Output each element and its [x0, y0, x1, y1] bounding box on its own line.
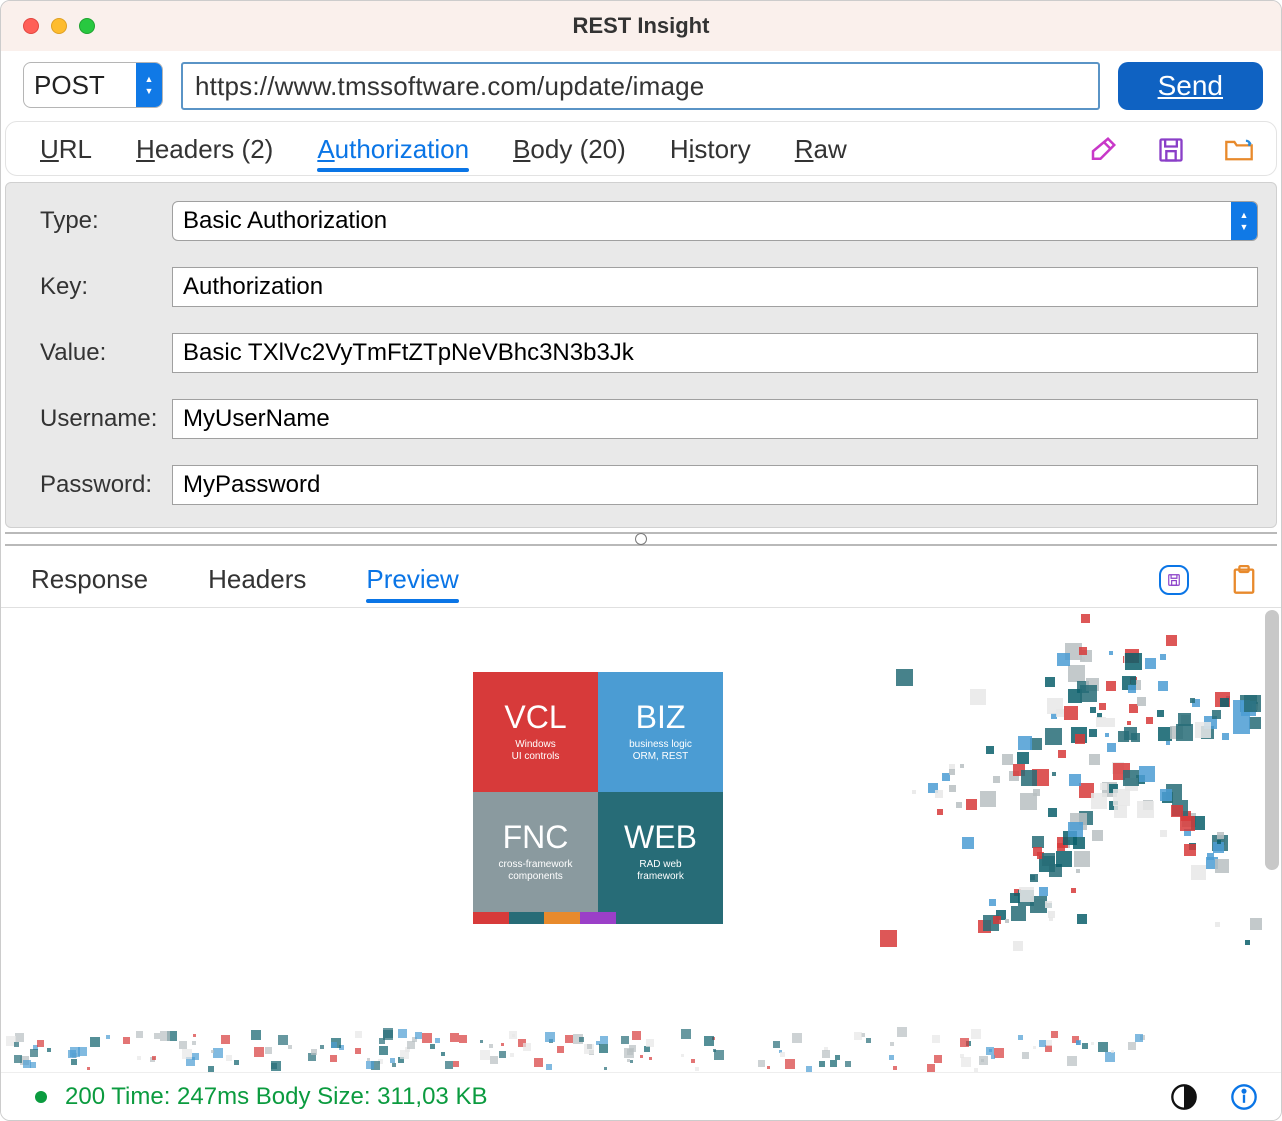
- send-button[interactable]: Send: [1118, 62, 1263, 110]
- tile-fnc: FNC cross-framework components: [473, 792, 598, 912]
- tab-url[interactable]: URL: [40, 134, 92, 165]
- save-icon[interactable]: [1156, 135, 1186, 165]
- authorization-panel: Type: Basic Authorization Key: Value: Us…: [5, 182, 1277, 528]
- auth-password-input[interactable]: [172, 465, 1258, 505]
- maximize-window-button[interactable]: [79, 18, 95, 34]
- tab-body[interactable]: Body (20): [513, 134, 626, 165]
- save-response-icon[interactable]: [1159, 565, 1189, 595]
- auth-username-label: Username:: [40, 405, 172, 433]
- tile-biz: BIZ business logic ORM, REST: [598, 672, 723, 792]
- tab-response-headers[interactable]: Headers: [208, 564, 306, 595]
- toolbar-icons: [1088, 135, 1254, 165]
- http-method-value: POST: [34, 70, 115, 101]
- contrast-icon[interactable]: [1169, 1082, 1199, 1112]
- auth-password-label: Password:: [40, 471, 172, 499]
- auth-value-label: Value:: [40, 339, 172, 367]
- http-method-select[interactable]: POST: [23, 62, 163, 108]
- preview-image: VCL Windows UI controls BIZ business log…: [1, 608, 1281, 1072]
- auth-username-input[interactable]: [172, 399, 1258, 439]
- tab-authorization[interactable]: Authorization: [317, 134, 469, 165]
- traffic-lights: [1, 18, 95, 34]
- close-window-button[interactable]: [23, 18, 39, 34]
- window-title: REST Insight: [573, 13, 710, 39]
- auth-type-label: Type:: [40, 207, 172, 235]
- url-input[interactable]: [181, 62, 1100, 110]
- eraser-icon[interactable]: [1088, 135, 1118, 165]
- tile-web: WEB RAD web framework: [598, 792, 723, 912]
- preview-tile-grid: VCL Windows UI controls BIZ business log…: [473, 672, 723, 912]
- open-folder-icon[interactable]: [1224, 135, 1254, 165]
- chevron-updown-icon: [1231, 202, 1257, 240]
- tab-response[interactable]: Response: [31, 564, 148, 595]
- auth-key-label: Key:: [40, 273, 172, 301]
- tab-raw[interactable]: Raw: [795, 134, 847, 165]
- auth-key-input[interactable]: [172, 267, 1258, 307]
- status-text: 200 Time: 247ms Body Size: 311,03 KB: [65, 1083, 487, 1111]
- auth-type-select[interactable]: Basic Authorization: [172, 201, 1258, 241]
- runner-graphic: {"n":420}: [881, 618, 1281, 978]
- titlebar: REST Insight: [1, 1, 1281, 51]
- status-indicator-icon: [35, 1091, 47, 1103]
- response-tabs: Response Headers Preview: [1, 546, 1281, 607]
- info-icon[interactable]: [1229, 1082, 1259, 1112]
- clipboard-icon[interactable]: [1229, 565, 1259, 595]
- tab-history[interactable]: History: [670, 134, 751, 165]
- panel-splitter[interactable]: [5, 532, 1277, 546]
- app-window: REST Insight POST Send URL Headers (2) A…: [0, 0, 1282, 1121]
- request-tabs: URL Headers (2) Authorization Body (20) …: [5, 121, 1277, 176]
- tab-headers[interactable]: Headers (2): [136, 134, 273, 165]
- statusbar: 200 Time: 247ms Body Size: 311,03 KB: [1, 1072, 1281, 1120]
- particle-band: [1, 1032, 1281, 1072]
- auth-type-value: Basic Authorization: [173, 202, 397, 240]
- color-bar: [473, 912, 723, 924]
- chevron-updown-icon: [136, 63, 162, 107]
- minimize-window-button[interactable]: [51, 18, 67, 34]
- preview-area: VCL Windows UI controls BIZ business log…: [1, 607, 1281, 1072]
- request-bar: POST Send: [1, 51, 1281, 121]
- auth-value-input[interactable]: [172, 333, 1258, 373]
- tab-preview[interactable]: Preview: [366, 564, 458, 595]
- tile-vcl: VCL Windows UI controls: [473, 672, 598, 792]
